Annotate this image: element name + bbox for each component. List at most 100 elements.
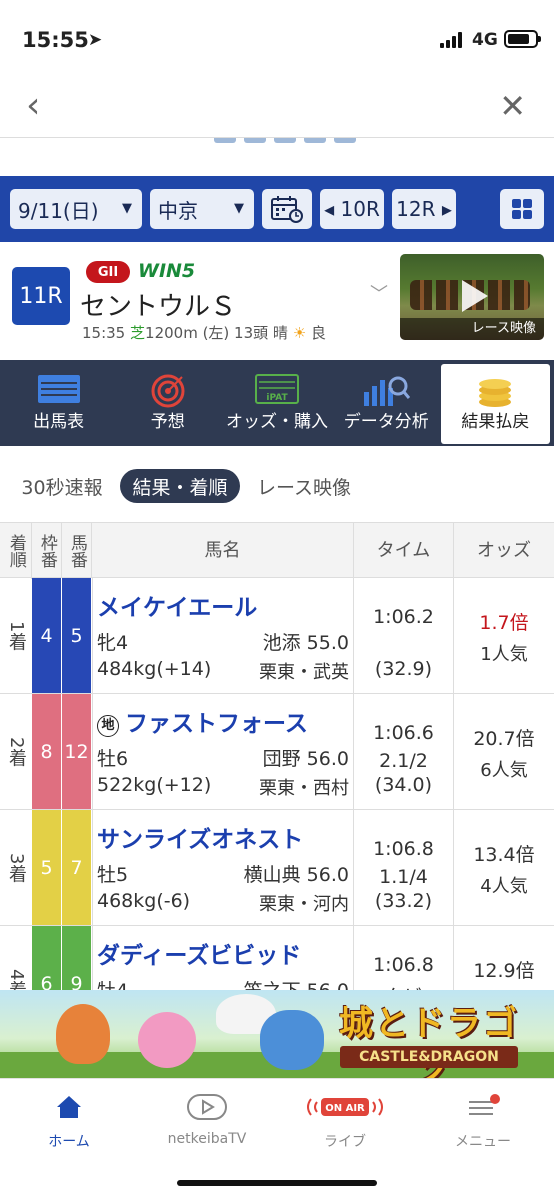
signal-icon (440, 31, 462, 48)
header-frame: 枠番 (32, 523, 62, 579)
header-horse-name: 馬名 (92, 523, 354, 579)
horse-body-weight: 522kg(+12) (97, 774, 212, 796)
grade-badge: GII (86, 261, 130, 283)
race-start-time: 15:35 (82, 324, 126, 342)
trainer[interactable]: 栗東・河内 (259, 890, 349, 916)
table-header: 着順 枠番 馬番 馬名 タイム オッズ (0, 522, 554, 579)
tab-prediction[interactable]: 予想 (113, 364, 222, 444)
header-odds: オッズ (477, 540, 531, 562)
tab-entry-table[interactable]: 出馬表 (4, 364, 113, 444)
close-button[interactable]: ✕ (499, 90, 526, 122)
tv-play-icon (187, 1094, 227, 1120)
race-selector-bar: 9/11(日) ▼ 中京 ▼ ◂ 10R 12R ▸ (0, 176, 554, 242)
track-condition: 良 (310, 324, 326, 342)
menu-icon (469, 1094, 500, 1115)
header-time: タイム (354, 523, 454, 579)
next-race-button[interactable]: 12R ▸ (392, 189, 456, 229)
popularity: 6人気 (480, 760, 528, 781)
time-cell: 1:06.6 2.1/2 (34.0) (354, 694, 454, 809)
tab-home[interactable]: ホーム (0, 1079, 138, 1159)
horse-name: メイケイエール (97, 595, 258, 621)
time-cell: 1:06.8 1.1/4 (33.2) (354, 810, 454, 925)
win-odds: 20.7倍 (473, 728, 535, 750)
popularity: 1人気 (480, 644, 528, 665)
jockey-weight[interactable]: 横山典 56.0 (244, 860, 349, 887)
chevron-down-icon: ▼ (122, 201, 132, 216)
frame-number-cell: 4 (32, 578, 62, 693)
date-value: 9/11(日) (18, 198, 99, 223)
jockey-weight[interactable]: 団野 56.0 (263, 744, 349, 771)
result-table: 着順 枠番 馬番 馬名 タイム オッズ 1着 4 5 メイケイエール 牝4 池添 55.0… (0, 522, 554, 1042)
status-time: 15:55 (22, 28, 89, 52)
on-air-badge: ON AIR (325, 1103, 365, 1114)
jockey-weight[interactable]: 池添 55.0 (263, 628, 349, 655)
entry-table-icon (37, 375, 80, 403)
tab-odds-purchase-label: オッズ・購入 (226, 412, 328, 432)
tab-data-analysis[interactable]: データ分析 (332, 364, 441, 444)
race-video-thumbnail[interactable]: レース映像 (400, 254, 544, 340)
tab-netkeiba-tv[interactable]: netkeibaTV (138, 1079, 276, 1159)
trainer[interactable]: 栗東・西村 (259, 774, 349, 800)
tab-menu-label: メニュー (455, 1134, 511, 1150)
coins-icon (479, 379, 512, 407)
subtab-race-video[interactable]: レース映像 (248, 469, 360, 503)
tab-results-payout[interactable]: 結果払戻 (440, 364, 551, 444)
result-subtabs: 30秒速報 結果・着順 レース映像 (0, 462, 554, 508)
tab-menu[interactable]: メニュー (414, 1079, 552, 1159)
tab-live-label: ライブ (324, 1134, 366, 1150)
ad-character-image (260, 1010, 324, 1070)
horse-info-cell: 地ファストフォース 牡6 団野 56.0 522kg(+12) 栗東・西村 (92, 694, 354, 809)
tab-odds-purchase[interactable]: iPAT オッズ・購入 (222, 364, 331, 444)
expand-chevron-icon[interactable]: ﹀ (370, 280, 388, 306)
subtab-results[interactable]: 結果・着順 (120, 469, 240, 503)
network-type: 4G (472, 30, 498, 50)
race-details: 1200m (左) 13頭 晴 (145, 324, 288, 342)
trainer[interactable]: 栗東・武英 (259, 658, 349, 684)
venue-select[interactable]: 中京 ▼ (150, 189, 254, 229)
last-3f: (32.9) (374, 658, 433, 680)
horse-name-link[interactable]: 地ファストフォース (97, 704, 308, 738)
subtab-flash-report[interactable]: 30秒速報 (12, 469, 112, 503)
back-button[interactable]: ‹ (26, 88, 40, 124)
home-icon (57, 1096, 81, 1118)
feature-tabs: 出馬表 予想 iPAT オッズ・購入 データ分析 結果払戻 (0, 360, 554, 446)
ad-character-image (56, 1004, 110, 1064)
video-label: レース映像 (400, 318, 544, 340)
on-air-icon: ON AIR (307, 1098, 383, 1116)
last-3f: (33.2) (374, 890, 433, 912)
tab-entry-table-label: 出馬表 (33, 412, 85, 432)
table-row[interactable]: 3着 5 7 サンライズオネスト 牡5 横山典 56.0 468kg(-6) 栗東・河内 1:0… (0, 810, 554, 926)
win-odds: 1.7倍 (479, 612, 529, 634)
ad-banner[interactable]: 城とドラゴン CASTLE&DRAGON (0, 990, 554, 1078)
calendar-button[interactable] (262, 189, 312, 229)
horse-name-link[interactable]: ダディーズビビッド (97, 936, 301, 970)
frame-number-cell: 8 (32, 694, 62, 809)
frame-number-cell: 5 (32, 810, 62, 925)
sex-age: 牡5 (97, 864, 129, 886)
play-icon (462, 280, 488, 312)
date-select[interactable]: 9/11(日) ▼ (10, 189, 142, 229)
header-rank: 着順 (0, 523, 32, 579)
tab-live[interactable]: ON AIR ライブ (276, 1079, 414, 1159)
nav-bar: ‹ ✕ (0, 80, 554, 138)
grid-menu-button[interactable] (500, 189, 544, 229)
rank-cell: 1着 (6, 620, 27, 651)
ad-logo: 城とドラゴン CASTLE&DRAGON (332, 994, 526, 1078)
horse-name-link[interactable]: サンライズオネスト (97, 820, 303, 854)
table-row[interactable]: 1着 4 5 メイケイエール 牝4 池添 55.0 484kg(+14) 栗東・武英 1:06.… (0, 578, 554, 694)
race-header: 11R GII WIN5 セントウルＳ 15:35 芝1200m (左) 13頭… (0, 242, 554, 360)
finish-time: 1:06.2 (373, 606, 434, 628)
battery-icon (504, 30, 541, 48)
sunny-icon: ☀ (292, 324, 307, 342)
prev-race-button[interactable]: ◂ 10R (320, 189, 384, 229)
horse-info-cell: サンライズオネスト 牡5 横山典 56.0 468kg(-6) 栗東・河内 (92, 810, 354, 925)
horse-name-link[interactable]: メイケイエール (97, 588, 257, 622)
local-horse-badge: 地 (97, 715, 119, 737)
win-odds: 12.9倍 (473, 960, 535, 982)
horse-info-cell: メイケイエール 牝4 池添 55.0 484kg(+14) 栗東・武英 (92, 578, 354, 693)
calendar-icon (271, 196, 303, 223)
chevron-down-icon: ▼ (234, 201, 244, 216)
horse-number-cell: 5 (62, 578, 92, 693)
table-row[interactable]: 2着 8 12 地ファストフォース 牡6 団野 56.0 522kg(+12) 栗東・西村 1:… (0, 694, 554, 810)
time-cell: 1:06.2 (32.9) (354, 578, 454, 693)
